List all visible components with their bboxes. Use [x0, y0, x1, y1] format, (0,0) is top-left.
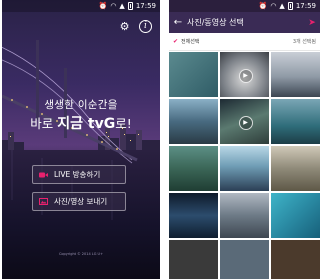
- alarm-icon: ⏰: [98, 2, 108, 10]
- media-thumbnail[interactable]: ▶: [220, 99, 269, 144]
- page-title: 사진/동영상 선택: [187, 18, 244, 27]
- selection-bar: ✔ 전체선택 3개 선택됨: [169, 33, 320, 51]
- signal-icon: ▲: [119, 2, 125, 10]
- media-thumbnail[interactable]: [271, 193, 320, 238]
- media-thumbnail[interactable]: [271, 99, 320, 144]
- info-icon[interactable]: i: [139, 20, 152, 33]
- media-thumbnail[interactable]: [271, 52, 320, 97]
- play-icon: ▶: [238, 68, 253, 83]
- wifi-icon: ◠: [110, 2, 117, 10]
- media-thumbnail[interactable]: [220, 193, 269, 238]
- wifi-icon: ◠: [270, 2, 277, 10]
- media-thumbnail[interactable]: [169, 52, 218, 97]
- send-media-button[interactable]: 사진/영상 보내기: [32, 192, 126, 211]
- media-thumbnail[interactable]: [271, 240, 320, 279]
- selected-count: 3개 선택됨: [292, 39, 316, 45]
- media-thumbnail[interactable]: [169, 146, 218, 191]
- app-bar: ← 사진/동영상 선택 ➤: [169, 12, 320, 33]
- send-button-label: 사진/영상 보내기: [54, 197, 108, 206]
- check-icon[interactable]: ✔: [173, 38, 178, 45]
- live-broadcast-button[interactable]: LIVE 방송하기: [32, 165, 126, 184]
- alarm-icon: ⏰: [258, 2, 268, 10]
- launch-screen: ⏰ ◠ ▲ 17:59 ⚙ i 생생한 이순간을 바로 지금 tvG로! LIV…: [2, 0, 160, 279]
- headline-suffix: 로!: [115, 116, 132, 131]
- signal-icon: ▲: [279, 2, 285, 10]
- copyright-text: Copyright © 2014 LG U+: [58, 252, 104, 256]
- media-grid: ▶ ▶: [169, 52, 320, 279]
- media-thumbnail[interactable]: [220, 240, 269, 279]
- background-image: [2, 0, 160, 279]
- battery-icon: [287, 2, 293, 10]
- media-thumbnail[interactable]: [271, 146, 320, 191]
- status-bar: ⏰ ◠ ▲ 17:59: [2, 0, 160, 12]
- select-all-toggle[interactable]: 전체선택: [181, 38, 293, 45]
- status-bar: ⏰ ◠ ▲ 17:59: [169, 0, 320, 12]
- headline-line-2: 바로 지금 tvG로!: [2, 113, 160, 133]
- back-arrow-icon[interactable]: ←: [169, 17, 187, 28]
- media-thumbnail[interactable]: [169, 99, 218, 144]
- live-button-label: LIVE 방송하기: [54, 170, 101, 179]
- media-picker-screen: ⏰ ◠ ▲ 17:59 ← 사진/동영상 선택 ➤ ✔ 전체선택 3개 선택됨 …: [169, 0, 320, 279]
- battery-icon: [127, 2, 133, 10]
- media-thumbnail[interactable]: [220, 146, 269, 191]
- headline-prefix: 바로: [30, 116, 58, 131]
- play-icon: ▶: [238, 115, 253, 130]
- media-thumbnail[interactable]: [169, 193, 218, 238]
- video-camera-icon: [39, 171, 48, 178]
- media-thumbnail[interactable]: [169, 240, 218, 279]
- media-thumbnail[interactable]: ▶: [220, 52, 269, 97]
- settings-icon[interactable]: ⚙: [118, 20, 131, 33]
- headline-brand: 지금 tvG: [57, 116, 116, 132]
- status-time: 17:59: [295, 2, 316, 10]
- send-icon[interactable]: ➤: [304, 18, 320, 28]
- headline: 생생한 이순간을 바로 지금 tvG로!: [2, 97, 160, 133]
- status-time: 17:59: [135, 2, 156, 10]
- photo-icon: [39, 198, 48, 205]
- headline-line-1: 생생한 이순간을: [44, 99, 118, 111]
